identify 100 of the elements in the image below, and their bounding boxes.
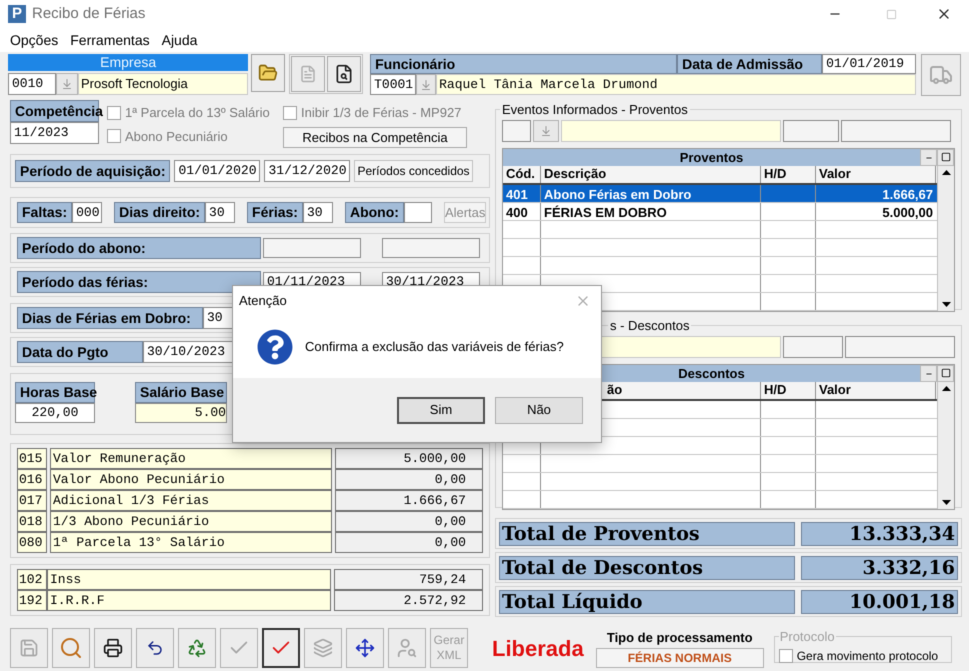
table-row[interactable]: 400 FÉRIAS EM DOBRO 5.000,00 — [503, 202, 937, 220]
text-field[interactable]: 30 — [205, 202, 236, 223]
table-cell-text: 1.666,67 — [881, 186, 934, 202]
company-name-field[interactable]: Prosoft Tecnologia — [78, 73, 248, 95]
scroll-down-icon[interactable] — [942, 302, 950, 306]
text-field[interactable]: T0001 — [370, 74, 416, 95]
dialog-button[interactable]: Não — [495, 396, 583, 424]
download-arrow-icon — [61, 78, 73, 90]
document-search-icon — [334, 64, 354, 84]
text-field[interactable] — [404, 202, 432, 223]
dialog-title: Atenção — [239, 292, 287, 310]
toolbar-button[interactable] — [136, 628, 174, 668]
column-header[interactable]: H/D — [761, 164, 790, 184]
text-field[interactable]: 000 — [72, 202, 102, 223]
checkbox-label: 1ª Parcela do 13º Salário — [125, 104, 270, 122]
empty-field[interactable] — [382, 238, 480, 258]
granted-periods-button[interactable]: Períodos concedidos — [354, 160, 473, 182]
field-label: Período do abono: — [17, 237, 261, 259]
field-label: Horas Base — [15, 382, 95, 403]
search-document-button[interactable] — [327, 56, 362, 92]
field-label: Funcionário — [370, 54, 678, 74]
square-icon — [940, 368, 950, 378]
menu-item[interactable]: Ferramentas — [70, 30, 150, 50]
text-field[interactable]: 01/01/2019 — [822, 54, 916, 74]
field-label: Período de aquisição: — [15, 160, 170, 182]
field-label: Férias: — [247, 202, 303, 223]
column-header[interactable]: Valor — [816, 380, 854, 400]
empty-field[interactable] — [263, 238, 361, 258]
dialog-button[interactable]: Sim — [397, 396, 485, 424]
user-search-icon — [396, 637, 418, 659]
value-cell: 5.000,00 — [335, 448, 483, 469]
checkbox-label: Abono Pecuniário — [125, 128, 228, 146]
scroll-up-icon[interactable] — [942, 170, 950, 174]
truck-button[interactable] — [921, 54, 961, 96]
window-title: Recibo de Férias — [32, 4, 146, 24]
dropdown-button[interactable] — [56, 73, 78, 95]
open-folder-button[interactable] — [251, 54, 286, 92]
question-icon — [257, 329, 293, 365]
code-cell: 192 — [17, 590, 47, 611]
empty-field[interactable] — [845, 336, 955, 358]
dropdown-button[interactable] — [416, 74, 436, 95]
value-cell: 0,00 — [335, 469, 483, 490]
value-cell: 0,00 — [335, 532, 483, 553]
text-field[interactable]: 11/2023 — [10, 122, 99, 144]
dropdown-button[interactable] — [533, 120, 559, 142]
text-field[interactable]: 01/01/2020 — [174, 160, 260, 182]
text-field[interactable]: 220,00 — [15, 403, 95, 423]
text-field[interactable]: 30 — [302, 202, 333, 223]
empty-field[interactable] — [783, 120, 839, 142]
menu-item[interactable]: Ajuda — [162, 30, 198, 50]
empty-field[interactable] — [783, 336, 843, 358]
table-cell: Abono Férias em Dobro — [541, 184, 761, 202]
group-legend: Protocolo — [778, 627, 836, 646]
section-header: Empresa — [8, 54, 248, 71]
text-field[interactable]: 0010 — [8, 73, 56, 95]
total-label: Total Líquido — [499, 590, 795, 614]
undo-icon — [146, 639, 164, 657]
table-row[interactable]: 401 Abono Férias em Dobro 1.666,67 — [503, 184, 937, 202]
column-header[interactable]: Descrição — [541, 164, 610, 184]
salary-field[interactable]: 5.00 — [135, 403, 227, 423]
scroll-up-icon[interactable] — [942, 386, 950, 390]
description-cell: Valor Abono Pecuniário — [50, 469, 332, 490]
toolbar-button[interactable] — [346, 628, 384, 668]
employee-name-field[interactable]: Raquel Tânia Marcela Drumond — [436, 74, 916, 95]
scrollbar[interactable] — [937, 382, 954, 508]
maximize-icon[interactable] — [937, 148, 954, 166]
square-icon — [940, 152, 950, 162]
scrollbar[interactable] — [937, 166, 954, 310]
empty-field[interactable] — [502, 120, 531, 142]
checkbox[interactable] — [778, 648, 793, 662]
total-value: 10.001,18 — [801, 590, 958, 614]
move-icon — [355, 638, 375, 658]
column-header[interactable]: Valor — [816, 164, 854, 184]
truck-icon — [929, 63, 954, 87]
document-icon — [299, 65, 318, 83]
group-legend: s - Descontos — [608, 316, 692, 336]
toolbar-button[interactable] — [262, 628, 300, 668]
menu-item[interactable]: Opções — [10, 30, 58, 50]
total-label: Total de Proventos — [499, 522, 795, 546]
save-icon — [19, 638, 39, 658]
empty-field[interactable] — [841, 120, 951, 142]
column-header[interactable]: H/D — [761, 380, 790, 400]
column-header[interactable]: Cód. — [503, 164, 538, 184]
receipts-button[interactable]: Recibos na Competência — [283, 126, 467, 148]
value-cell: 0,00 — [335, 511, 483, 532]
maximize-icon — [886, 8, 896, 20]
dialog-message: Confirma a exclusão das variáveis de férias? — [305, 338, 564, 356]
maximize-icon[interactable] — [937, 364, 954, 382]
field-label: Dias direito: — [114, 202, 206, 223]
checkbox-label: Gera movimento protocolo — [796, 648, 938, 664]
search-icon — [59, 636, 83, 660]
total-value: 13.333,34 — [801, 522, 958, 546]
text-field[interactable]: 31/12/2020 — [264, 160, 350, 182]
field-label: Data de Admissão — [677, 54, 822, 74]
group-legend: Eventos Informados - Proventos — [500, 100, 690, 120]
event-field[interactable] — [561, 120, 781, 142]
scroll-down-icon[interactable] — [942, 500, 950, 504]
app-logo: P — [8, 5, 26, 23]
code-cell: 080 — [17, 532, 47, 553]
toolbar-button[interactable] — [94, 628, 132, 668]
